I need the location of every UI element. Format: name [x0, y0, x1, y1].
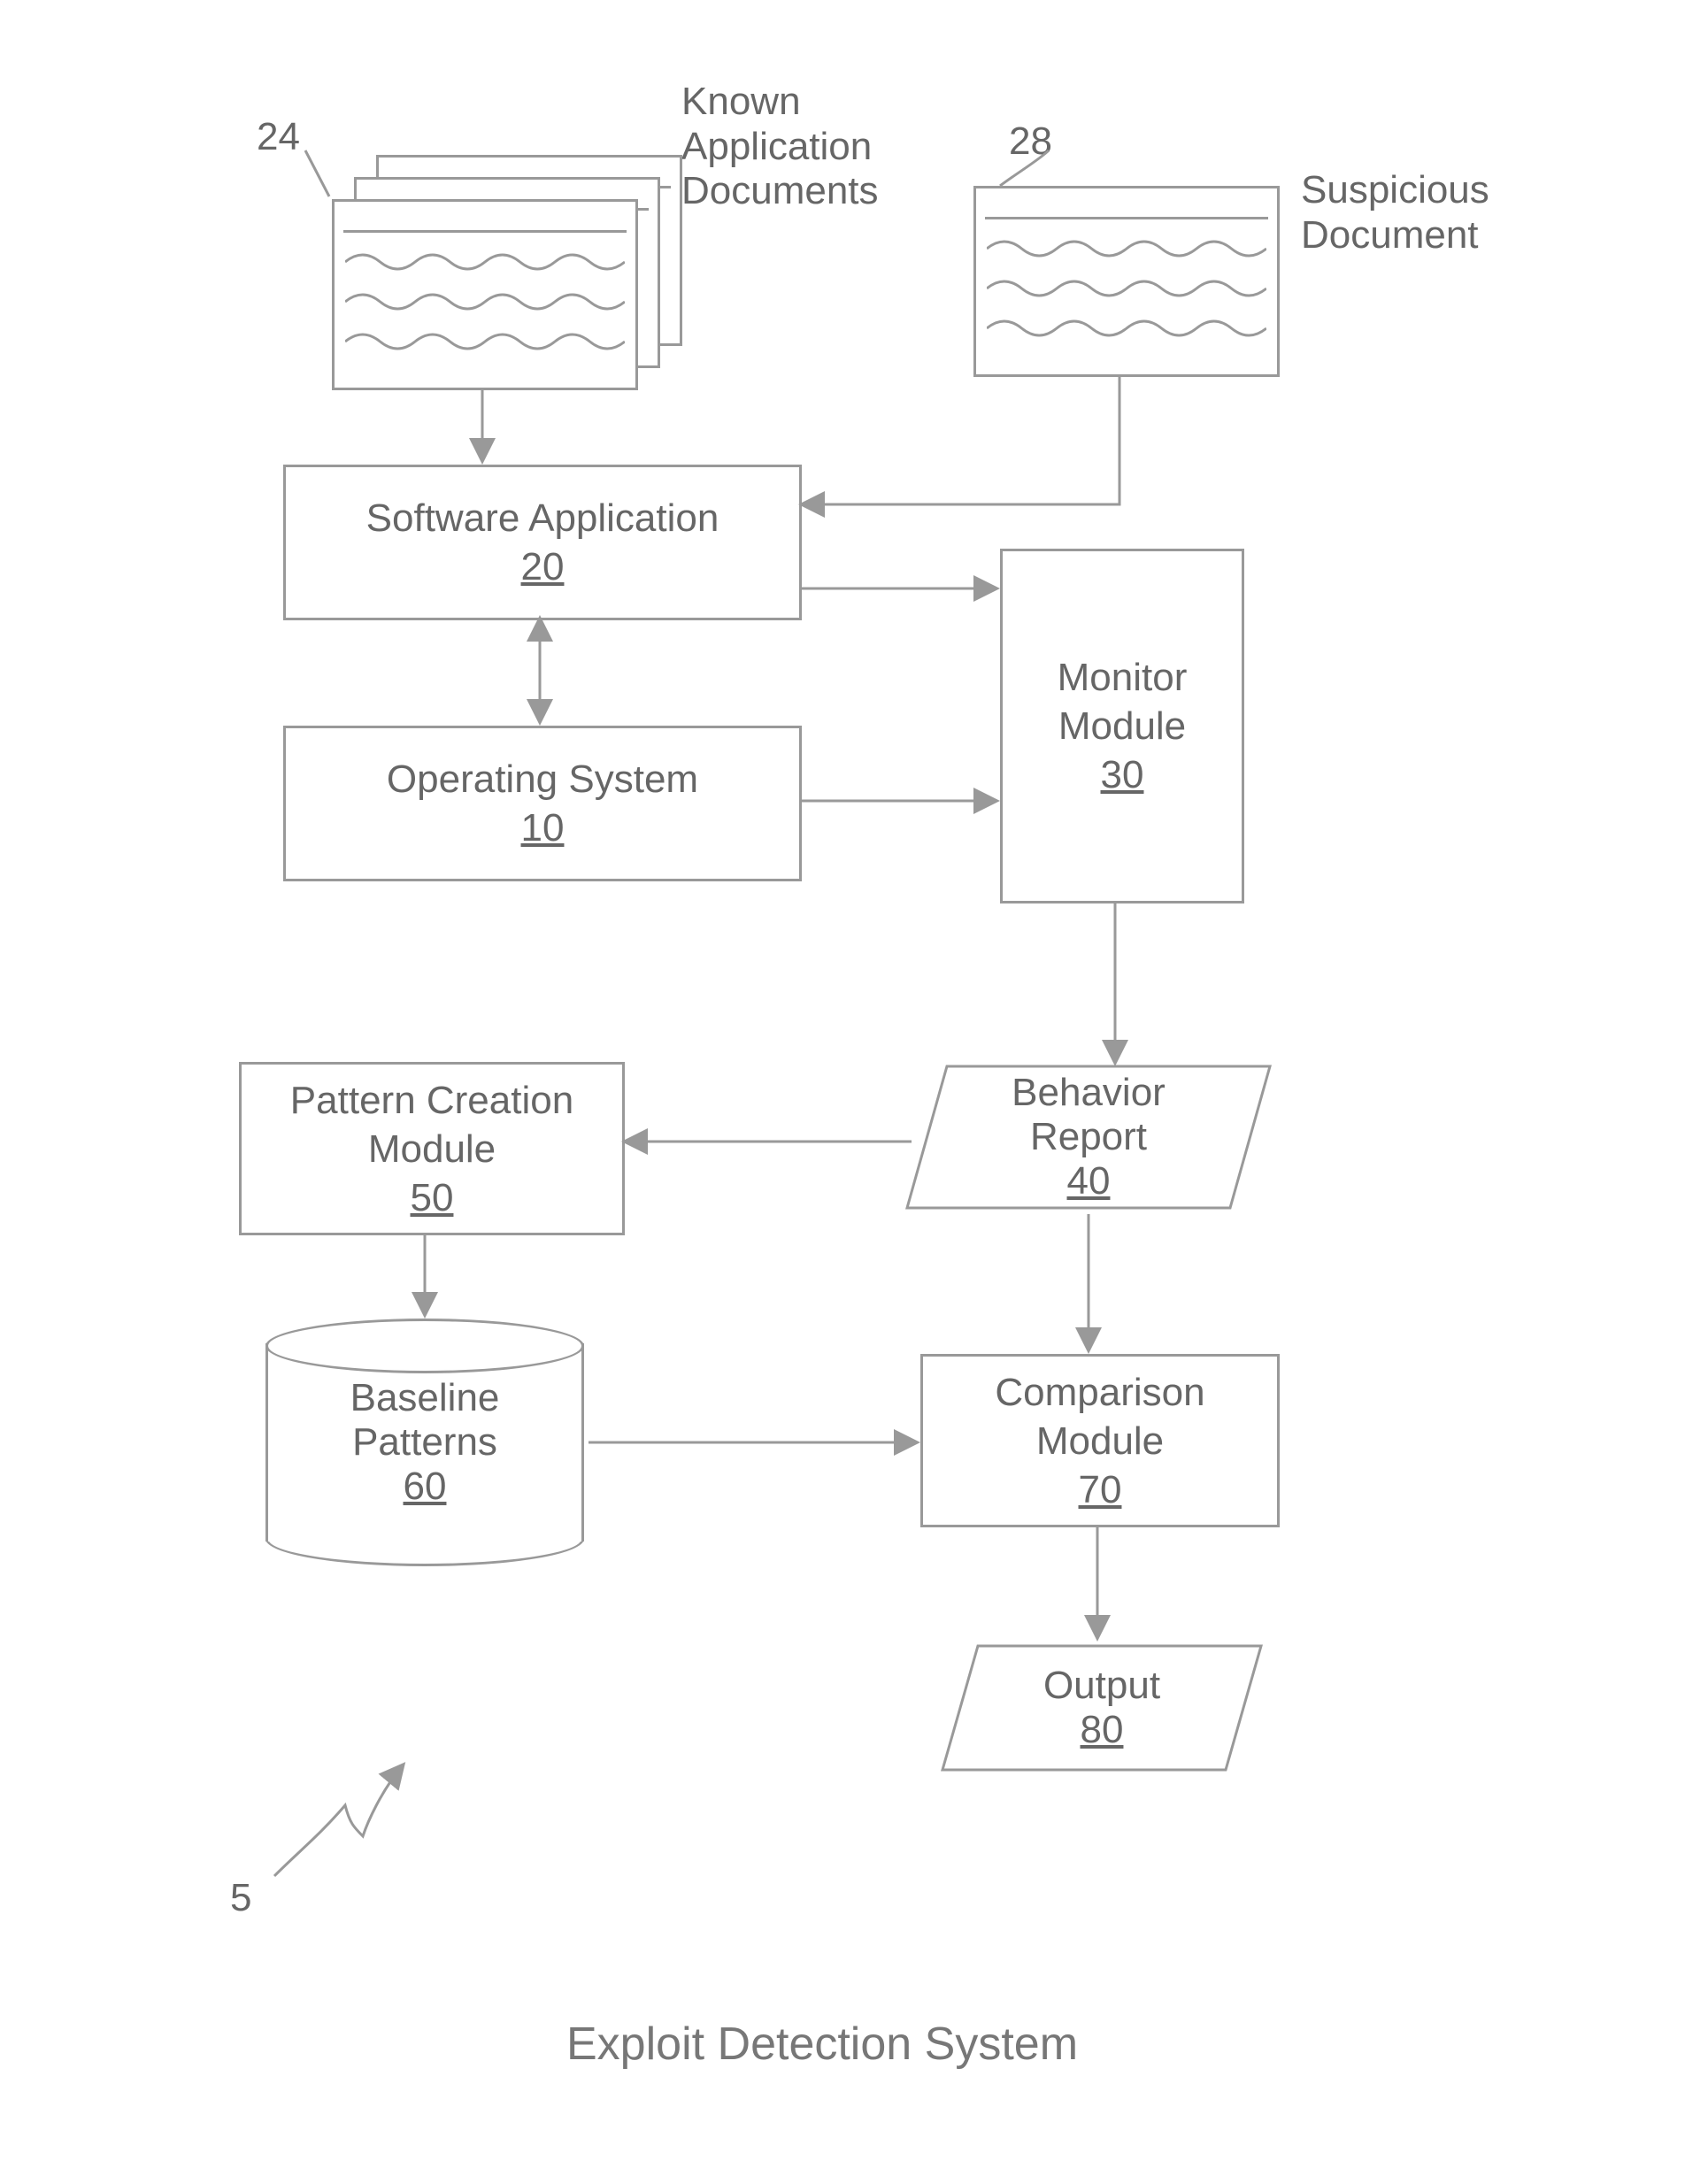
known-doc-front: [332, 199, 638, 390]
software-application-node: Software Application 20: [283, 465, 802, 620]
output-node: Output 80: [938, 1642, 1266, 1774]
software-application-title: Software Application: [366, 494, 719, 542]
comparison-module-num: 70: [1079, 1465, 1122, 1514]
output-num: 80: [1081, 1708, 1124, 1752]
diagram-caption: Exploit Detection System: [566, 2018, 1078, 2071]
pattern-creation-num: 50: [411, 1173, 454, 1222]
pattern-creation-node: Pattern Creation Module 50: [239, 1062, 625, 1235]
behavior-report-title: Behavior Report: [1012, 1071, 1166, 1159]
monitor-module-title: Monitor Module: [1058, 653, 1188, 750]
suspicious-doc-label: Suspicious Document: [1301, 168, 1489, 258]
ref-24: 24: [257, 115, 300, 160]
behavior-report-node: Behavior Report 40: [903, 1062, 1274, 1212]
operating-system-title: Operating System: [387, 755, 698, 804]
baseline-patterns-num: 60: [404, 1465, 447, 1509]
pattern-creation-title: Pattern Creation Module: [290, 1076, 573, 1173]
baseline-patterns-node: Baseline Patterns 60: [265, 1319, 584, 1566]
behavior-report-num: 40: [1067, 1159, 1111, 1203]
software-application-num: 20: [521, 542, 565, 591]
suspicious-doc-icon: [973, 186, 1280, 377]
monitor-module-num: 30: [1101, 750, 1144, 799]
known-docs-label: Known Application Documents: [681, 80, 879, 214]
operating-system-node: Operating System 10: [283, 726, 802, 881]
operating-system-num: 10: [521, 804, 565, 852]
output-title: Output: [1043, 1664, 1160, 1708]
comparison-module-title: Comparison Module: [995, 1368, 1204, 1465]
ref-28: 28: [1009, 119, 1052, 165]
ref-5: 5: [230, 1876, 251, 1921]
comparison-module-node: Comparison Module 70: [920, 1354, 1280, 1527]
baseline-patterns-title: Baseline Patterns: [350, 1376, 500, 1465]
monitor-module-node: Monitor Module 30: [1000, 549, 1244, 903]
diagram-canvas: Known Application Documents Suspicious D…: [0, 0, 1708, 2176]
